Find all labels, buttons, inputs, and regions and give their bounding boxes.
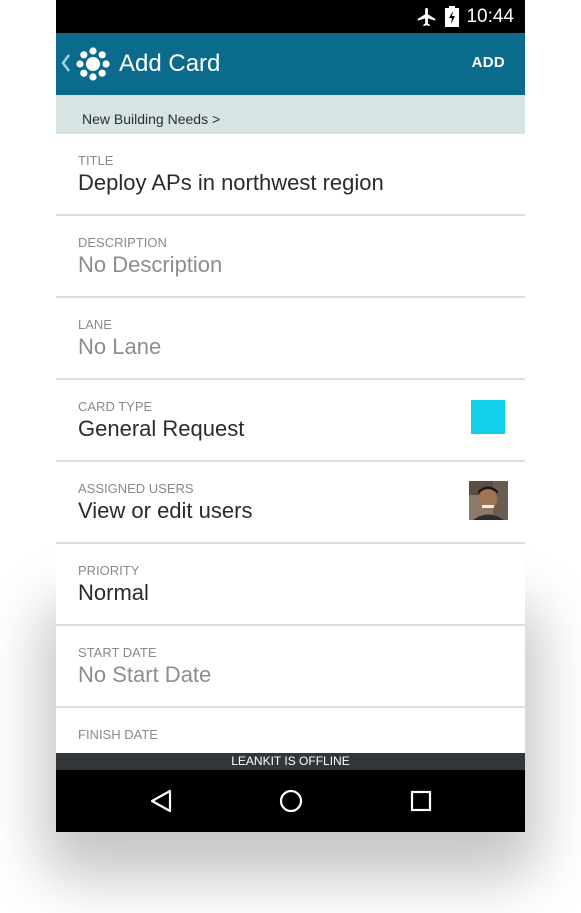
- field-priority[interactable]: PRIORITY Normal: [56, 544, 525, 626]
- field-label: LANE: [78, 317, 112, 332]
- field-start-date[interactable]: START DATE No Start Date: [56, 626, 525, 708]
- field-assigned-users[interactable]: ASSIGNED USERS View or edit users: [56, 462, 525, 544]
- android-nav-bar: [56, 770, 525, 832]
- airplane-icon: [417, 7, 436, 27]
- page-title: Add Card: [119, 50, 221, 77]
- offline-banner: LEANKIT IS OFFLINE: [56, 753, 525, 770]
- add-button[interactable]: ADD: [472, 54, 505, 71]
- nav-recents-icon[interactable]: [406, 786, 436, 816]
- field-value: Deploy APs in northwest region: [78, 170, 384, 195]
- breadcrumb[interactable]: New Building Needs >: [56, 95, 525, 134]
- leankit-logo-icon[interactable]: [76, 47, 110, 81]
- field-label: START DATE: [78, 645, 157, 660]
- back-chevron-icon[interactable]: [61, 53, 71, 73]
- field-label: ASSIGNED USERS: [78, 481, 194, 496]
- field-finish-date[interactable]: FINISH DATE: [56, 708, 525, 753]
- breadcrumb-board-link[interactable]: New Building Needs >: [82, 111, 220, 127]
- field-value: No Lane: [78, 334, 162, 359]
- field-label: FINISH DATE: [78, 727, 158, 742]
- field-description[interactable]: DESCRIPTION No Description: [56, 216, 525, 298]
- field-label: DESCRIPTION: [78, 235, 167, 250]
- field-label: PRIORITY: [78, 563, 140, 578]
- phone-screen: 10:44 Add Card ADD New Building Needs > …: [56, 0, 525, 832]
- clock: 10:44: [466, 6, 514, 27]
- card-type-color-swatch: [471, 400, 505, 434]
- field-title[interactable]: TITLE Deploy APs in northwest region: [56, 134, 525, 216]
- field-label: CARD TYPE: [78, 399, 153, 414]
- avatar[interactable]: [469, 481, 508, 520]
- nav-back-icon[interactable]: [146, 786, 176, 816]
- field-value: No Description: [78, 252, 223, 277]
- field-card-type[interactable]: CARD TYPE General Request: [56, 380, 525, 462]
- field-value: No Start Date: [78, 662, 212, 687]
- field-lane[interactable]: LANE No Lane: [56, 298, 525, 380]
- card-form: TITLE Deploy APs in northwest region DES…: [56, 134, 525, 753]
- field-value: View or edit users: [78, 498, 253, 523]
- app-bar: Add Card ADD: [56, 33, 525, 95]
- field-label: TITLE: [78, 153, 114, 168]
- field-value: Normal: [78, 580, 149, 605]
- field-value: General Request: [78, 416, 245, 441]
- status-bar: 10:44: [56, 0, 525, 33]
- battery-icon: [445, 6, 459, 27]
- nav-home-icon[interactable]: [276, 786, 306, 816]
